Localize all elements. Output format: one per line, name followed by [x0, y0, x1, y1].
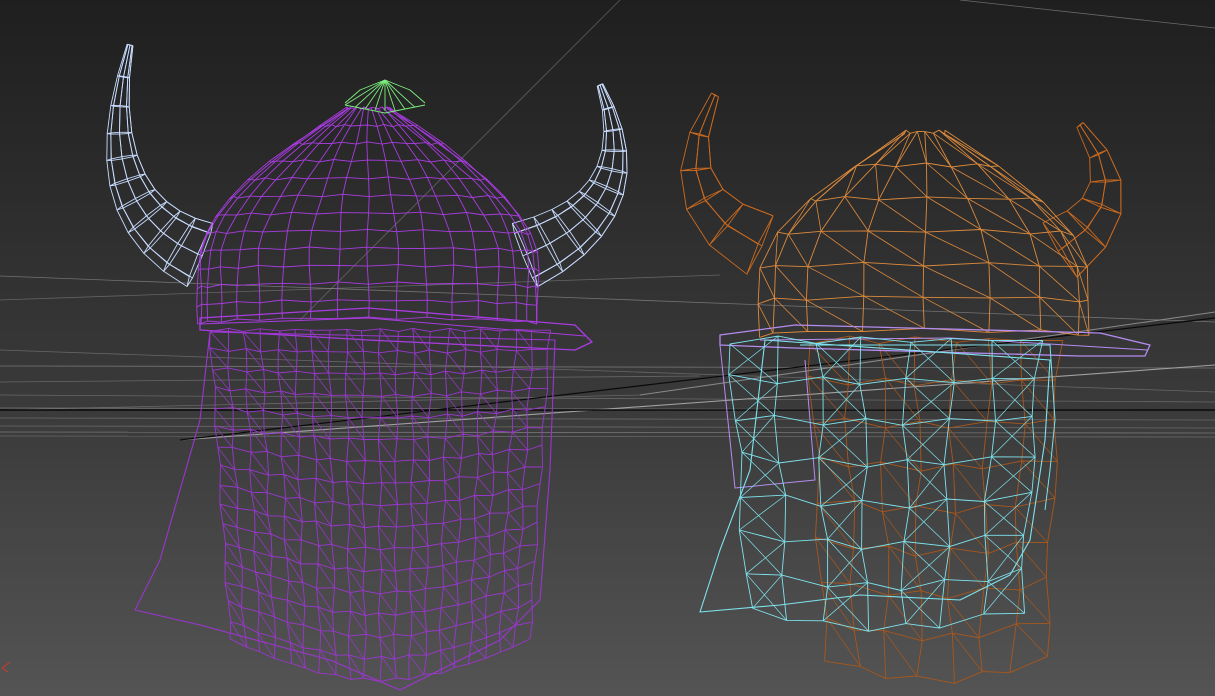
3d-viewport[interactable]	[0, 0, 1215, 696]
wireframe-scene[interactable]	[0, 0, 1215, 696]
